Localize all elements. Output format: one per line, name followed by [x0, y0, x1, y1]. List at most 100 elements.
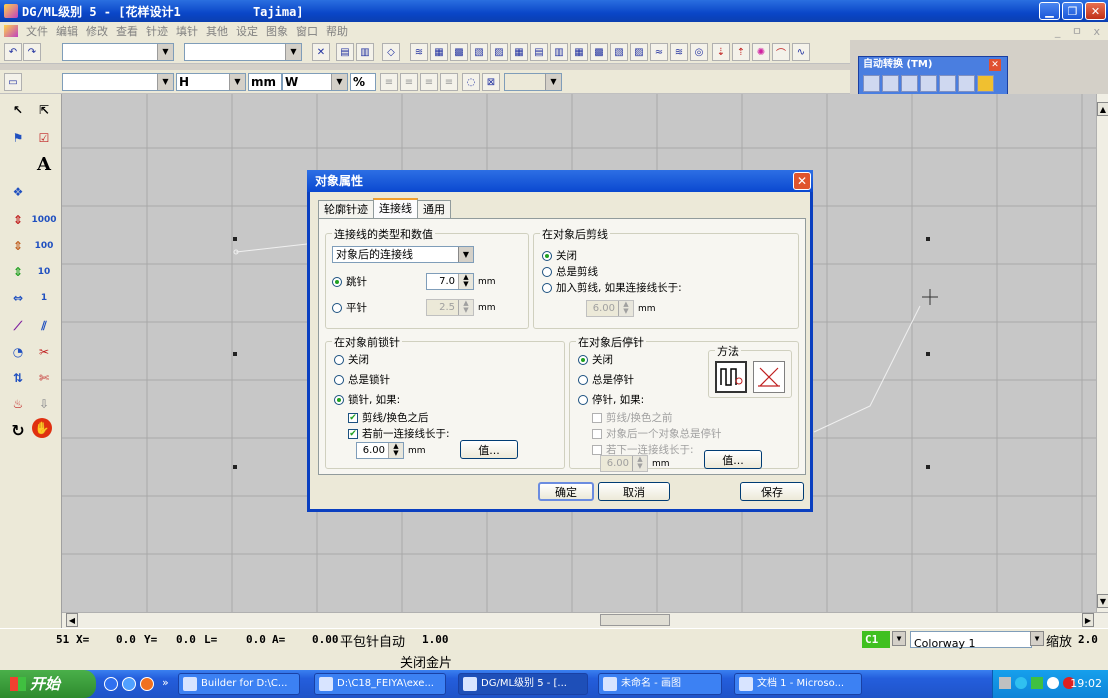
- pattern9-icon[interactable]: ▩: [590, 43, 608, 61]
- font-combo[interactable]: ▼: [62, 73, 174, 91]
- scale-tool3-icon[interactable]: ⇕: [6, 260, 30, 284]
- width-field[interactable]: W: [282, 73, 334, 91]
- radio-trim-always[interactable]: 总是剪线: [542, 264, 598, 279]
- scroll-left-button[interactable]: ◀: [66, 613, 78, 627]
- radio-flat[interactable]: 平针: [332, 300, 367, 315]
- color-code-dropdown[interactable]: ▼: [892, 631, 906, 646]
- pattern3-icon[interactable]: ▧: [470, 43, 488, 61]
- menu-window[interactable]: 窗口: [296, 23, 318, 39]
- media-icon[interactable]: [140, 677, 154, 691]
- menu-settings[interactable]: 设定: [236, 23, 258, 39]
- undo-icon[interactable]: ↶: [4, 43, 22, 61]
- stitch-type-combo[interactable]: ▼: [62, 43, 174, 61]
- menu-fill[interactable]: 填针: [176, 23, 198, 39]
- scale-10-icon[interactable]: 10: [32, 260, 56, 284]
- radio-tie-always[interactable]: 总是停针: [578, 372, 634, 387]
- convert7-icon[interactable]: [977, 75, 994, 92]
- menu-edit[interactable]: 编辑: [56, 23, 78, 39]
- convert1-icon[interactable]: [863, 75, 880, 92]
- task-dgml[interactable]: DG/ML级别 5 - [...: [458, 673, 588, 695]
- radio-tie-if[interactable]: 停针, 如果:: [578, 392, 644, 407]
- shield-icon[interactable]: [1047, 677, 1059, 689]
- menu-image[interactable]: 图象: [266, 23, 288, 39]
- hatch-tool-icon[interactable]: ⫽: [32, 314, 56, 338]
- align-center-icon[interactable]: ≡: [400, 73, 418, 91]
- pattern6-icon[interactable]: ▤: [530, 43, 548, 61]
- convert2-icon[interactable]: [882, 75, 899, 92]
- scale-100-icon[interactable]: 100: [32, 234, 56, 258]
- scroll-thumb[interactable]: [600, 614, 670, 626]
- lasso-icon[interactable]: ◌: [462, 73, 480, 91]
- convert6-icon[interactable]: [958, 75, 975, 92]
- pattern10-icon[interactable]: ▧: [610, 43, 628, 61]
- pattern13-icon[interactable]: ≋: [670, 43, 688, 61]
- check-before-trim[interactable]: 剪线/换色之前: [592, 410, 673, 425]
- scale-1-icon[interactable]: 1: [32, 286, 56, 310]
- signal-icon[interactable]: [1031, 677, 1043, 689]
- check-always-obj[interactable]: 对象后一个对象总是停针: [592, 426, 722, 441]
- style-combo[interactable]: ▼: [504, 73, 562, 91]
- save-button[interactable]: 保存: [740, 482, 804, 501]
- tie-values-button[interactable]: 值...: [704, 450, 762, 469]
- pattern2-icon[interactable]: ▩: [450, 43, 468, 61]
- menu-help[interactable]: 帮助: [326, 23, 348, 39]
- rotate-icon[interactable]: ↻: [6, 418, 30, 442]
- needle-icon[interactable]: ♨: [6, 392, 30, 416]
- pattern4-icon[interactable]: ▨: [490, 43, 508, 61]
- tie-spinner[interactable]: ▲ ▼: [632, 456, 647, 471]
- vertical-scrollbar[interactable]: ▲ ▼: [1096, 94, 1108, 612]
- width-dropdown[interactable]: ▼: [331, 73, 348, 91]
- stitch2-icon[interactable]: ▥: [356, 43, 374, 61]
- circle-fill-icon[interactable]: ◔: [6, 340, 30, 364]
- scale-1000-icon[interactable]: 1000: [31, 208, 56, 232]
- trim-spinner[interactable]: ▲ ▼: [618, 301, 633, 316]
- menu-stitch[interactable]: 针迹: [146, 23, 168, 39]
- fabric-icon[interactable]: ✕: [312, 43, 330, 61]
- task-exe[interactable]: D:\C18_FEIYA\exe...: [314, 673, 446, 695]
- mdi-controls[interactable]: _ ㅁ x: [1055, 23, 1104, 39]
- align-right-icon[interactable]: ≡: [420, 73, 438, 91]
- frame-icon[interactable]: ⊠: [482, 73, 500, 91]
- radio-lock-always[interactable]: 总是锁针: [334, 372, 390, 387]
- redo-icon[interactable]: ↷: [23, 43, 41, 61]
- tab-connectors[interactable]: 连接线: [373, 198, 418, 218]
- fill-type-combo[interactable]: ▼: [184, 43, 302, 61]
- text-tool-icon[interactable]: A: [32, 152, 56, 176]
- task-builder[interactable]: Builder for D:\C...: [178, 673, 300, 695]
- scroll-right-button[interactable]: ▶: [1082, 613, 1094, 627]
- cancel-button[interactable]: 取消: [598, 482, 670, 501]
- radio-jump[interactable]: 跳针: [332, 274, 367, 289]
- check-if-longer[interactable]: ✔ 若前一连接线长于:: [348, 426, 450, 441]
- radio-trim-add[interactable]: 加入剪线, 如果连接线长于:: [542, 280, 682, 295]
- pattern5-icon[interactable]: ▦: [510, 43, 528, 61]
- maximize-button[interactable]: ❐: [1062, 2, 1083, 20]
- stitch-icon[interactable]: ▤: [336, 43, 354, 61]
- connector-type-select[interactable]: 对象后的连接线 ▼: [332, 246, 474, 263]
- horizontal-scrollbar[interactable]: ◀ ▶: [62, 612, 1108, 628]
- show-desktop-icon[interactable]: [104, 677, 118, 691]
- radio-trim-off[interactable]: 关闭: [542, 248, 577, 263]
- sequin-icon[interactable]: ✺: [752, 43, 770, 61]
- stop-icon[interactable]: ✋: [32, 418, 52, 438]
- ruler-icon[interactable]: ▭: [4, 73, 22, 91]
- needle-down-icon[interactable]: ⇣: [712, 43, 730, 61]
- scale-tool4-icon[interactable]: ⇔: [6, 286, 30, 310]
- fill-tool-icon[interactable]: ❖: [6, 180, 30, 204]
- checkbox-tool-icon[interactable]: ☑: [32, 126, 56, 150]
- pattern8-icon[interactable]: ▦: [570, 43, 588, 61]
- align-justify-icon[interactable]: ≡: [440, 73, 458, 91]
- scissors-icon[interactable]: ✂: [32, 340, 56, 364]
- move-node-icon[interactable]: ⇅: [6, 366, 30, 390]
- lock-value-field[interactable]: 6.00 ▲ ▼: [356, 442, 404, 459]
- menu-other[interactable]: 其他: [206, 23, 228, 39]
- pattern7-icon[interactable]: ▥: [550, 43, 568, 61]
- close-button[interactable]: ✕: [1085, 2, 1106, 20]
- pattern12-icon[interactable]: ≈: [650, 43, 668, 61]
- method-cross-icon[interactable]: [753, 361, 785, 393]
- dialog-close-button[interactable]: ✕: [793, 172, 811, 190]
- lock-values-button[interactable]: 值...: [460, 440, 518, 459]
- flat-spinner[interactable]: ▲ ▼: [458, 300, 473, 315]
- height-dropdown[interactable]: ▼: [229, 73, 246, 91]
- wave2-icon[interactable]: ∿: [792, 43, 810, 61]
- menu-file[interactable]: 文件: [26, 23, 48, 39]
